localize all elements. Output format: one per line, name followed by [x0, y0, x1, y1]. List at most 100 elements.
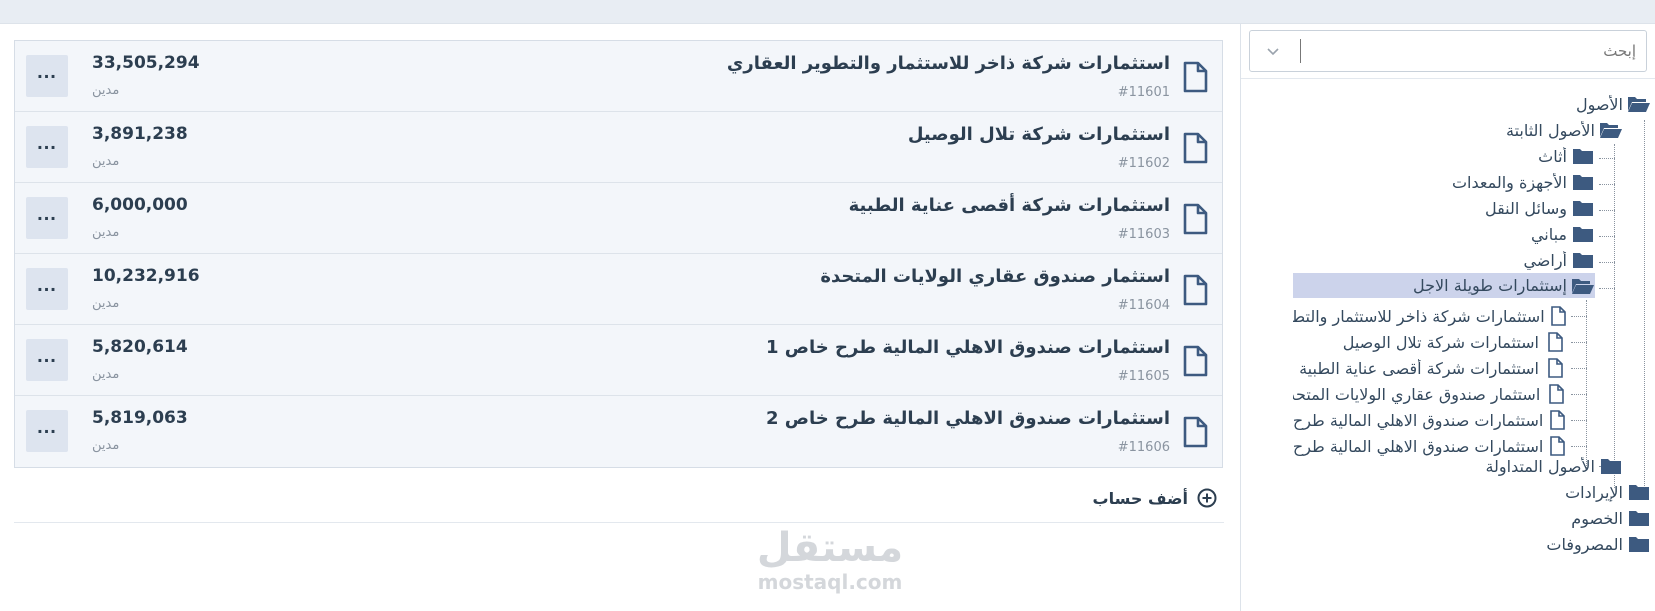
- more-options-button[interactable]: ...: [26, 197, 68, 239]
- tree-node-label: استثمارات شركة ذاخر للاستثمار والتطوير ا…: [1293, 306, 1545, 326]
- tree-node-label: أثاث: [1538, 146, 1567, 166]
- tree-node-label: مباني: [1530, 224, 1567, 244]
- tree-node-fixed-assets[interactable]: الأصول الثابتة: [1506, 118, 1623, 142]
- account-title[interactable]: استثمارات شركة أقصى عناية الطبية: [849, 195, 1170, 216]
- account-code: #11603: [1117, 227, 1170, 242]
- account-title[interactable]: استثمارات صندوق الاهلي المالية طرح خاص 2: [766, 408, 1170, 429]
- tree-search-input[interactable]: [1306, 39, 1636, 63]
- account-title[interactable]: استثمارات شركة ذاخر للاستثمار والتطوير ا…: [727, 53, 1170, 74]
- account-title[interactable]: استثمارات صندوق الاهلي المالية طرح خاص 1: [766, 337, 1170, 358]
- file-icon: [1549, 306, 1567, 326]
- tree-connector: [1571, 342, 1587, 343]
- file-icon: [1183, 274, 1208, 306]
- tree-connector: [1571, 420, 1587, 421]
- tree-connector: [1571, 368, 1587, 369]
- tree-node-label: استثمارات شركة أقصى عناية الطبية: [1299, 358, 1539, 378]
- more-icon: ...: [37, 203, 57, 225]
- tree-connector: [1571, 316, 1587, 317]
- tree-leaf-account[interactable]: استثمارات صندوق الاهلي المالية طرح خاص 1: [1293, 408, 1567, 432]
- watermark-arabic: مستقل: [756, 525, 904, 571]
- tree-leaf-account[interactable]: استثمار صندوق عقاري الولايات المتحدة: [1293, 382, 1567, 406]
- account-code: #11602: [1117, 156, 1170, 171]
- tree-node-label: وسائل النقل: [1484, 198, 1567, 218]
- file-icon: [1547, 436, 1567, 456]
- search-separator: [1300, 39, 1301, 63]
- tree-search-select[interactable]: [1249, 30, 1647, 72]
- account-title[interactable]: استثمار صندوق عقاري الولايات المتحدة: [820, 266, 1170, 287]
- tree-leaf-account[interactable]: استثمارات شركة ذاخر للاستثمار والتطوير ا…: [1293, 304, 1567, 328]
- folder-open-icon: [1599, 120, 1623, 140]
- tree-node-vehicles[interactable]: وسائل النقل: [1485, 196, 1595, 220]
- account-list: استثمارات شركة ذاخر للاستثمار والتطوير ا…: [14, 40, 1223, 468]
- tree-node-label: استثمارات صندوق الاهلي المالية طرح خاص 2: [1293, 436, 1544, 456]
- tree-node-revenues[interactable]: الإيرادات: [1565, 480, 1651, 504]
- tree-connector: [1586, 300, 1587, 468]
- balance-side: مدين: [92, 367, 120, 382]
- more-options-button[interactable]: ...: [26, 126, 68, 168]
- tree-node-label: أراضي: [1523, 250, 1567, 270]
- list-footer-divider: [14, 522, 1224, 523]
- tree-node-label: استثمار صندوق عقاري الولايات المتحدة: [1293, 384, 1541, 404]
- tree-node-lands[interactable]: أراضي: [1523, 248, 1595, 272]
- tree-node-current-assets[interactable]: الأصول المتداولة: [1485, 454, 1623, 478]
- folder-open-icon: [1627, 94, 1651, 114]
- file-icon: [1544, 384, 1567, 404]
- tree-node-furniture[interactable]: أثاث: [1538, 144, 1595, 168]
- account-balance: 3,891,238: [92, 124, 188, 144]
- folder-icon: [1571, 224, 1595, 244]
- account-balance: 5,820,614: [92, 337, 188, 357]
- balance-side: مدين: [92, 154, 120, 169]
- tree-node-label: المصروفات: [1546, 534, 1623, 554]
- more-icon: ...: [37, 274, 57, 296]
- add-account-button[interactable]: أضف حساب: [1090, 484, 1218, 512]
- folder-icon: [1599, 456, 1623, 476]
- account-code: #11601: [1117, 85, 1170, 100]
- tree-node-buildings[interactable]: مباني: [1531, 222, 1595, 246]
- account-row[interactable]: استثمارات صندوق الاهلي المالية طرح خاص 1…: [15, 325, 1222, 396]
- folder-open-icon: [1571, 276, 1595, 296]
- watermark-latin: mostaql.com: [757, 570, 903, 594]
- tree-node-label: استثمارات شركة تلال الوصيل: [1342, 332, 1539, 352]
- more-options-button[interactable]: ...: [26, 410, 68, 452]
- tree-connector: [1614, 144, 1615, 488]
- more-options-button[interactable]: ...: [26, 268, 68, 310]
- tree-node-label: الأجهزة والمعدات: [1451, 172, 1567, 192]
- tree-divider: [1241, 78, 1655, 79]
- tree-node-label: استثمارات صندوق الاهلي المالية طرح خاص 1: [1293, 410, 1544, 430]
- account-code: #11606: [1117, 440, 1170, 455]
- account-balance: 33,505,294: [92, 53, 200, 73]
- account-row[interactable]: استثمارات شركة ذاخر للاستثمار والتطوير ا…: [15, 41, 1222, 112]
- balance-side: مدين: [92, 438, 120, 453]
- tree-node-liabilities[interactable]: الخصوم: [1571, 506, 1651, 530]
- folder-icon: [1571, 146, 1595, 166]
- tree-node-equipment[interactable]: الأجهزة والمعدات: [1452, 170, 1595, 194]
- balance-side: مدين: [92, 83, 120, 98]
- more-options-button[interactable]: ...: [26, 339, 68, 381]
- tree-leaf-account[interactable]: استثمارات شركة أقصى عناية الطبية: [1299, 356, 1567, 380]
- tree-connector: [1571, 394, 1587, 395]
- balance-side: مدين: [92, 296, 120, 311]
- account-row[interactable]: استثمار صندوق عقاري الولايات المتحدة #11…: [15, 254, 1222, 325]
- account-row[interactable]: استثمارات صندوق الاهلي المالية طرح خاص 2…: [15, 396, 1222, 467]
- plus-circle-icon: [1197, 488, 1217, 508]
- watermark: مستقل mostaql.com: [740, 525, 920, 593]
- folder-icon: [1627, 534, 1651, 554]
- more-options-button[interactable]: ...: [26, 55, 68, 97]
- account-row[interactable]: استثمارات شركة أقصى عناية الطبية #11603 …: [15, 183, 1222, 254]
- chevron-down-icon[interactable]: [1262, 41, 1284, 63]
- tree-node-label: الأصول المتداولة: [1485, 456, 1595, 476]
- tree-connector: [1644, 120, 1645, 498]
- more-icon: ...: [37, 61, 57, 83]
- account-title[interactable]: استثمارات شركة تلال الوصيل: [908, 124, 1170, 145]
- tree-node-assets[interactable]: الأصول: [1576, 92, 1651, 116]
- tree-node-long-term-investments[interactable]: إستثمارات طويلة الاجل: [1293, 273, 1595, 298]
- file-icon: [1543, 358, 1567, 378]
- file-icon: [1183, 61, 1208, 93]
- tree-node-expenses[interactable]: المصروفات: [1546, 532, 1651, 556]
- more-icon: ...: [37, 416, 57, 438]
- file-icon: [1183, 345, 1208, 377]
- account-row[interactable]: استثمارات شركة تلال الوصيل #11602 3,891,…: [15, 112, 1222, 183]
- folder-icon: [1571, 250, 1595, 270]
- tree-leaf-account[interactable]: استثمارات شركة تلال الوصيل: [1343, 330, 1567, 354]
- balance-side: مدين: [92, 225, 120, 240]
